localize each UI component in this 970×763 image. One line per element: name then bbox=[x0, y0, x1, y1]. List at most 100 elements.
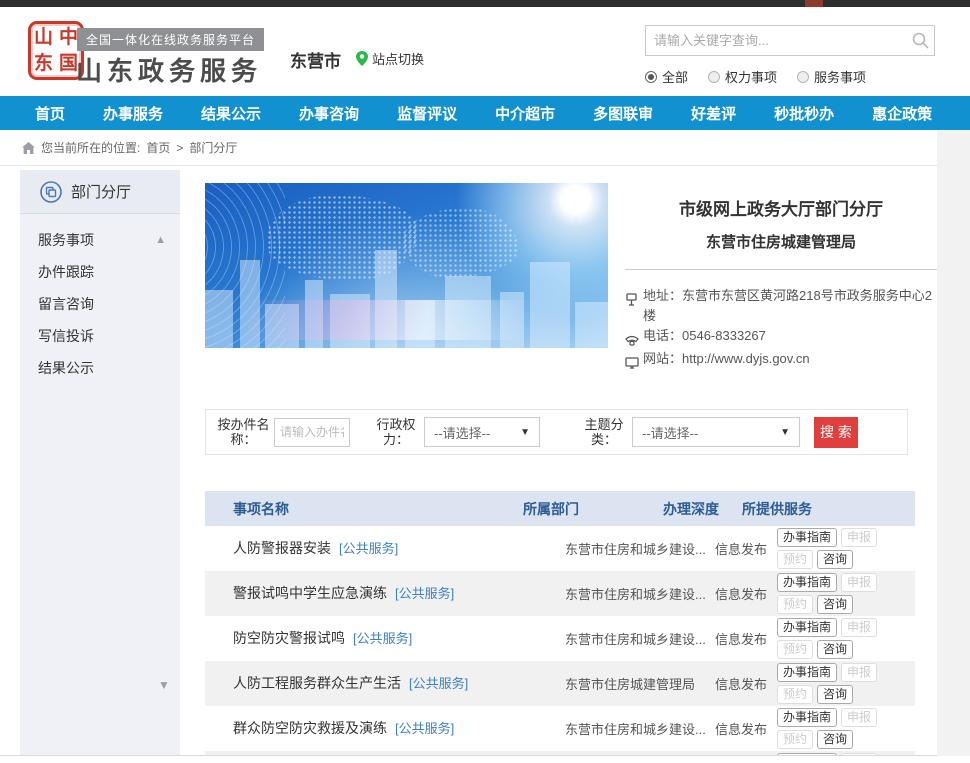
main-content: 市级网上政务大厅部门分厅 东营市住房城建管理局 地址：东营市东营区黄河路218号… bbox=[205, 183, 937, 756]
nav-item[interactable]: 好差评 bbox=[691, 103, 736, 124]
sidebar-item[interactable]: 结果公示 bbox=[20, 352, 180, 384]
item-name-link[interactable]: 防空防灾警报试鸣 bbox=[233, 630, 345, 646]
radio-icon[interactable] bbox=[708, 71, 720, 83]
department-banner-image bbox=[205, 183, 608, 348]
item-name-link[interactable]: 警报试鸣中学生应急演练 bbox=[233, 585, 387, 601]
department-name: 东营市住房城建管理局 bbox=[625, 231, 937, 252]
sidebar-item-label: 留言咨询 bbox=[38, 294, 94, 314]
scope-radio-option[interactable]: 全部 bbox=[645, 67, 688, 86]
address-line: 地址：东营市东营区黄河路218号市政务服务中心2楼 bbox=[625, 286, 937, 326]
scope-radio-label: 全部 bbox=[662, 67, 688, 86]
phone-line: 电话：0546-8333267 bbox=[625, 326, 937, 349]
breadcrumb-prefix: 您当前所在的位置: bbox=[41, 139, 140, 156]
guide-button[interactable]: 办事指南 bbox=[777, 528, 837, 547]
col-header-department: 所属部门 bbox=[518, 499, 668, 519]
banner-light-beam bbox=[205, 300, 608, 340]
nav-item[interactable]: 中介超市 bbox=[495, 103, 555, 124]
sidebar-header: 部门分厅 bbox=[20, 170, 180, 214]
table-row: 防空防灾警报试鸣[公共服务] 东营市住房和城乡建设... 信息发布 办事指南 申… bbox=[205, 616, 915, 661]
table-row: 人防警报器安装[公共服务] 东营市住房和城乡建设... 信息发布 办事指南 申报… bbox=[205, 526, 915, 571]
table-row: 群众防空防灾救援及演练[公共服务] 东营市住房和城乡建设... 信息发布 办事指… bbox=[205, 706, 915, 751]
declare-button-disabled: 申报 bbox=[841, 663, 877, 682]
hall-title: 市级网上政务大厅部门分厅 bbox=[625, 195, 937, 220]
depth-cell: 信息发布 bbox=[710, 674, 772, 693]
public-service-tag-link[interactable]: [公共服务] bbox=[353, 631, 412, 646]
sidebar-item-label: 办件跟踪 bbox=[38, 262, 94, 282]
sidebar-item[interactable]: 写信投诉 bbox=[20, 320, 180, 352]
website-monitor-icon bbox=[625, 349, 643, 372]
guide-button[interactable]: 办事指南 bbox=[777, 753, 837, 756]
select-arrow-icon: ▼ bbox=[780, 427, 790, 438]
search-icon[interactable] bbox=[906, 32, 934, 49]
consult-button[interactable]: 咨询 bbox=[817, 640, 853, 659]
item-name-cell: 防空防灾警报试鸣 [公共服务] bbox=[205, 627, 560, 650]
declare-button-disabled: 申报 bbox=[841, 753, 877, 756]
radio-icon[interactable] bbox=[645, 71, 657, 83]
search-button[interactable]: 搜 索 bbox=[814, 417, 858, 448]
public-service-tag-link[interactable]: [公共服务] bbox=[395, 586, 454, 601]
nav-item[interactable]: 多图联审 bbox=[593, 103, 653, 124]
guide-button[interactable]: 办事指南 bbox=[777, 573, 837, 592]
public-service-tag-link[interactable]: [公共服务] bbox=[395, 721, 454, 736]
item-name-link[interactable]: 群众防空防灾救援及演练 bbox=[233, 720, 387, 736]
sidebar-scroll-down-icon[interactable]: ▼ bbox=[158, 678, 170, 692]
col-header-services: 所提供服务 bbox=[737, 499, 880, 519]
radio-icon[interactable] bbox=[797, 71, 809, 83]
sidebar-item[interactable]: 留言咨询 bbox=[20, 288, 180, 320]
location-pin-icon bbox=[356, 51, 368, 66]
item-name-cell: 警报试鸣中学生应急演练 [公共服务] bbox=[205, 582, 560, 605]
actions-cell: 办事指南 申报 预约 咨询 bbox=[772, 571, 915, 616]
seal-char: 中 bbox=[59, 28, 78, 47]
guide-button[interactable]: 办事指南 bbox=[777, 618, 837, 637]
table-body: 人防警报器安装 [公共服务] 东营市住房和城乡建设... 信息发布 办事指南 申报… bbox=[205, 526, 915, 756]
nav-item[interactable]: 办事咨询 bbox=[299, 103, 359, 124]
search-scope-radios: 全部 权力事项 服务事项 bbox=[645, 67, 866, 86]
department-cell: 东营市住房和城乡建设... bbox=[560, 629, 710, 648]
declare-button-disabled: 申报 bbox=[841, 573, 877, 592]
department-info-panel: 市级网上政务大厅部门分厅 东营市住房城建管理局 地址：东营市东营区黄河路218号… bbox=[625, 183, 937, 372]
scope-radio-option[interactable]: 服务事项 bbox=[797, 67, 866, 86]
admin-power-label: 行政权力： bbox=[374, 417, 418, 447]
site-header: 山 中 东 国 全国一体化在线政务服务平台 山东政务服务 东营市 站点切换 全部… bbox=[0, 7, 970, 96]
scope-radio-label: 权力事项 bbox=[725, 67, 777, 86]
guide-button[interactable]: 办事指南 bbox=[777, 708, 837, 727]
sidebar-item[interactable]: 办件跟踪 bbox=[20, 256, 180, 288]
consult-button[interactable]: 咨询 bbox=[817, 595, 853, 614]
nav-item[interactable]: 结果公示 bbox=[201, 103, 261, 124]
nav-item[interactable]: 监督评议 bbox=[397, 103, 457, 124]
consult-button[interactable]: 咨询 bbox=[817, 730, 853, 749]
public-service-tag-link[interactable]: [公共服务] bbox=[409, 676, 468, 691]
sidebar-item[interactable]: 服务事项 ▲ bbox=[20, 224, 180, 256]
item-name-cell: 群众防空防灾救援及演练 [公共服务] bbox=[205, 717, 560, 740]
topic-category-value: --请选择-- bbox=[642, 423, 698, 442]
breadcrumb-home-link[interactable]: 首页 bbox=[146, 139, 170, 156]
public-service-tag-link[interactable]: [公共服务] bbox=[339, 541, 398, 556]
nav-item[interactable]: 办事服务 bbox=[103, 103, 163, 124]
site-switch-label: 站点切换 bbox=[372, 49, 424, 68]
website-value: http://www.dyjs.gov.cn bbox=[682, 351, 810, 366]
collapse-arrow-icon[interactable]: ▲ bbox=[155, 234, 166, 246]
page-background: 您当前所在的位置: 首页 > 部门分厅 部门分厅 服务事项 ▲ 办件跟踪 bbox=[0, 130, 970, 756]
scope-radio-option[interactable]: 权力事项 bbox=[708, 67, 777, 86]
browser-top-strip bbox=[0, 0, 970, 7]
keyword-search-input[interactable] bbox=[646, 33, 906, 48]
item-name-input[interactable] bbox=[274, 418, 350, 447]
nav-item[interactable]: 首页 bbox=[35, 103, 65, 124]
guide-button[interactable]: 办事指南 bbox=[777, 663, 837, 682]
book-button-disabled: 预约 bbox=[777, 685, 813, 704]
site-switch-button[interactable]: 站点切换 bbox=[356, 49, 424, 68]
actions-cell: 办事指南 申报 预约 咨询 bbox=[772, 661, 915, 706]
item-name-link[interactable]: 人防工程服务群众生产生活 bbox=[233, 675, 401, 691]
declare-button-disabled: 申报 bbox=[841, 618, 877, 637]
nav-item[interactable]: 秒批秒办 bbox=[774, 103, 834, 124]
consult-button[interactable]: 咨询 bbox=[817, 550, 853, 569]
topic-category-select[interactable]: --请选择-- ▼ bbox=[632, 417, 800, 447]
item-name-link[interactable]: 人防警报器安装 bbox=[233, 540, 331, 556]
department-cell: 东营市住房城建管理局 bbox=[560, 674, 710, 693]
seal-char: 东 bbox=[34, 54, 53, 73]
actions-cell: 办事指南 申报 预约 咨询 bbox=[772, 616, 915, 661]
book-button-disabled: 预约 bbox=[777, 595, 813, 614]
nav-item[interactable]: 惠企政策 bbox=[872, 103, 932, 124]
admin-power-select[interactable]: --请选择-- ▼ bbox=[424, 417, 540, 447]
consult-button[interactable]: 咨询 bbox=[817, 685, 853, 704]
